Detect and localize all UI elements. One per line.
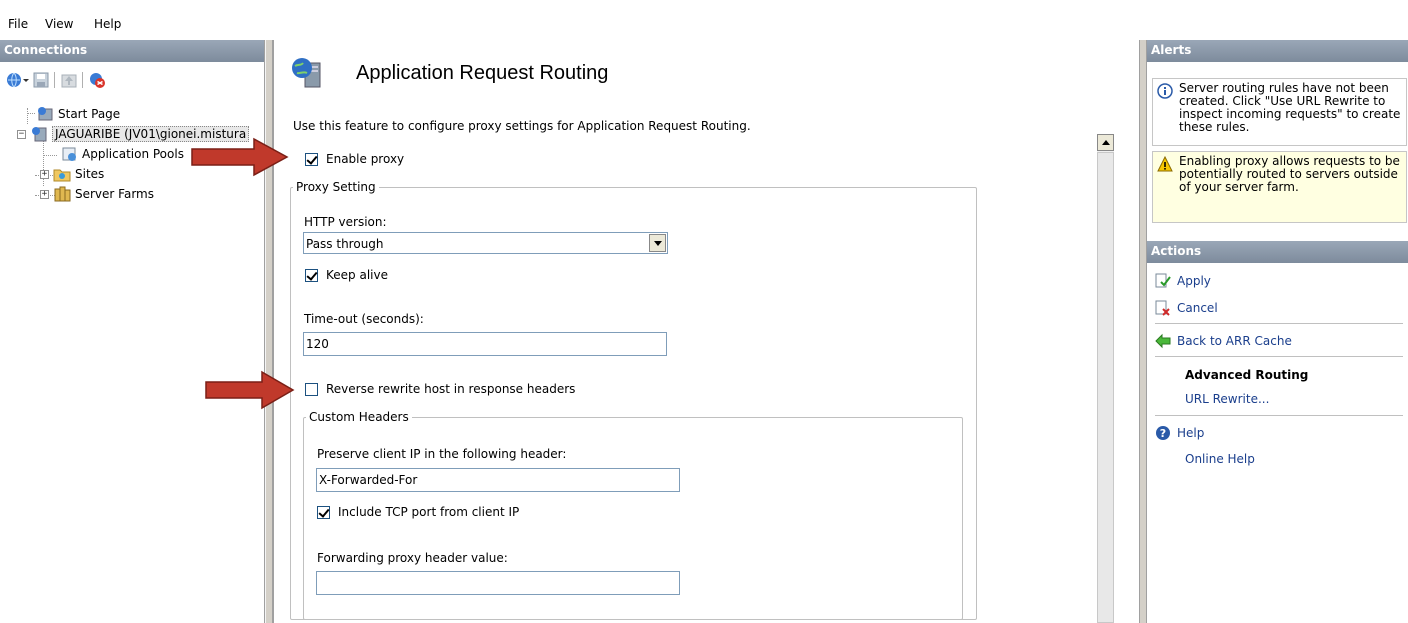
expand-icon[interactable]: + bbox=[40, 169, 49, 179]
application-pools-icon bbox=[62, 147, 76, 161]
right-splitter[interactable] bbox=[1139, 40, 1147, 623]
checkbox-box[interactable] bbox=[305, 382, 318, 396]
tree-label-sites: Sites bbox=[75, 167, 105, 181]
scroll-thumb[interactable] bbox=[1097, 152, 1114, 623]
online-help-label: Online Help bbox=[1185, 452, 1255, 466]
enable-proxy-checkbox[interactable]: Enable proxy bbox=[305, 152, 404, 166]
warning-alert-text: Enabling proxy allows requests to be pot… bbox=[1179, 154, 1400, 194]
url-rewrite-label: URL Rewrite... bbox=[1185, 392, 1270, 406]
reverse-rewrite-label: Reverse rewrite host in response headers bbox=[326, 382, 576, 396]
server-icon bbox=[32, 127, 47, 142]
advanced-routing-heading: Advanced Routing bbox=[1185, 368, 1309, 382]
left-splitter[interactable] bbox=[265, 40, 273, 623]
alerts-header: Alerts bbox=[1147, 40, 1408, 62]
svg-text:?: ? bbox=[1160, 427, 1166, 440]
connections-pane: Connections Start Page − JAGUARIBE (JV01… bbox=[0, 40, 265, 623]
tree-item-application-pools[interactable]: Application Pools bbox=[60, 144, 184, 164]
forwarding-input[interactable] bbox=[316, 571, 680, 595]
reverse-rewrite-checkbox[interactable]: Reverse rewrite host in response headers bbox=[305, 382, 575, 396]
page-title: Application Request Routing bbox=[356, 62, 609, 84]
menu-bar: File View Help bbox=[0, 0, 1408, 40]
start-page-icon bbox=[38, 107, 53, 121]
forwarding-label: Forwarding proxy header value: bbox=[317, 551, 508, 565]
include-tcp-port-checkbox[interactable]: Include TCP port from client IP bbox=[317, 505, 519, 519]
page-description: Use this feature to configure proxy sett… bbox=[293, 119, 751, 133]
up-level-icon[interactable] bbox=[60, 71, 78, 89]
apply-icon bbox=[1155, 273, 1171, 288]
checkbox-box[interactable] bbox=[305, 268, 318, 282]
menu-view[interactable]: View bbox=[45, 17, 73, 31]
save-icon[interactable] bbox=[32, 71, 50, 89]
keep-alive-checkbox[interactable]: Keep alive bbox=[305, 268, 388, 282]
online-help-action[interactable]: Online Help bbox=[1185, 452, 1255, 466]
proxy-setting-legend: Proxy Setting bbox=[296, 180, 376, 194]
back-arrow-icon bbox=[1155, 333, 1171, 349]
arr-feature-icon bbox=[292, 58, 321, 88]
cancel-action[interactable]: Cancel bbox=[1155, 300, 1218, 316]
timeout-input[interactable] bbox=[303, 332, 667, 356]
collapse-icon[interactable]: − bbox=[17, 129, 26, 139]
tree-item-start-page[interactable]: Start Page bbox=[36, 104, 120, 124]
warning-icon bbox=[1157, 156, 1173, 172]
tree-label-start-page: Start Page bbox=[58, 107, 121, 121]
connections-header: Connections bbox=[0, 40, 264, 62]
annotation-arrow-icon bbox=[205, 370, 295, 410]
enable-proxy-label: Enable proxy bbox=[326, 152, 405, 166]
back-label: Back to ARR Cache bbox=[1177, 334, 1292, 348]
menu-help[interactable]: Help bbox=[94, 17, 121, 31]
help-icon: ? bbox=[1156, 426, 1170, 440]
actions-header: Actions bbox=[1147, 241, 1408, 263]
http-version-select[interactable]: Pass through bbox=[303, 232, 668, 254]
warning-alert: Enabling proxy allows requests to be pot… bbox=[1152, 151, 1407, 223]
sites-folder-icon bbox=[53, 169, 71, 182]
menu-file[interactable]: File bbox=[8, 17, 28, 31]
expand-icon[interactable]: + bbox=[40, 189, 49, 199]
tree-label-server-farms: Server Farms bbox=[75, 187, 154, 201]
cancel-icon bbox=[1155, 300, 1170, 316]
help-action[interactable]: ? Help bbox=[1155, 425, 1204, 441]
http-version-label: HTTP version: bbox=[304, 215, 387, 229]
timeout-label: Time-out (seconds): bbox=[304, 312, 424, 326]
annotation-arrow-icon bbox=[191, 137, 289, 177]
keep-alive-label: Keep alive bbox=[326, 268, 388, 282]
include-tcp-port-label: Include TCP port from client IP bbox=[338, 505, 520, 519]
tree-item-server-farms[interactable]: + Server Farms bbox=[40, 184, 154, 204]
checkbox-box[interactable] bbox=[317, 505, 330, 519]
info-alert: Server routing rules have not been creat… bbox=[1152, 78, 1407, 146]
dropdown-arrow-icon[interactable] bbox=[649, 234, 666, 252]
tree-label-application-pools: Application Pools bbox=[82, 147, 184, 161]
apply-label: Apply bbox=[1177, 274, 1211, 288]
connections-toolbar bbox=[2, 68, 262, 92]
disconnect-icon[interactable] bbox=[88, 71, 106, 89]
help-label: Help bbox=[1177, 426, 1205, 440]
vertical-scrollbar[interactable] bbox=[1097, 134, 1114, 623]
scroll-up-icon[interactable] bbox=[1097, 134, 1114, 151]
back-to-arr-cache-action[interactable]: Back to ARR Cache bbox=[1155, 333, 1292, 349]
custom-headers-legend: Custom Headers bbox=[309, 410, 409, 424]
tree-item-sites[interactable]: + Sites bbox=[40, 164, 104, 184]
info-alert-text: Server routing rules have not been creat… bbox=[1179, 81, 1401, 134]
preserve-ip-input[interactable] bbox=[316, 468, 680, 492]
chevron-down-icon[interactable] bbox=[22, 71, 30, 89]
server-farms-icon bbox=[54, 186, 71, 202]
preserve-ip-label: Preserve client IP in the following head… bbox=[317, 447, 567, 461]
cancel-label: Cancel bbox=[1177, 301, 1218, 315]
checkbox-box[interactable] bbox=[305, 152, 318, 166]
url-rewrite-action[interactable]: URL Rewrite... bbox=[1185, 392, 1269, 406]
http-version-value: Pass through bbox=[306, 237, 384, 251]
main-content: Application Request Routing Use this fea… bbox=[273, 40, 1139, 623]
apply-action[interactable]: Apply bbox=[1155, 273, 1211, 289]
info-icon bbox=[1157, 83, 1173, 99]
right-pane: Alerts Server routing rules have not bee… bbox=[1147, 40, 1408, 623]
